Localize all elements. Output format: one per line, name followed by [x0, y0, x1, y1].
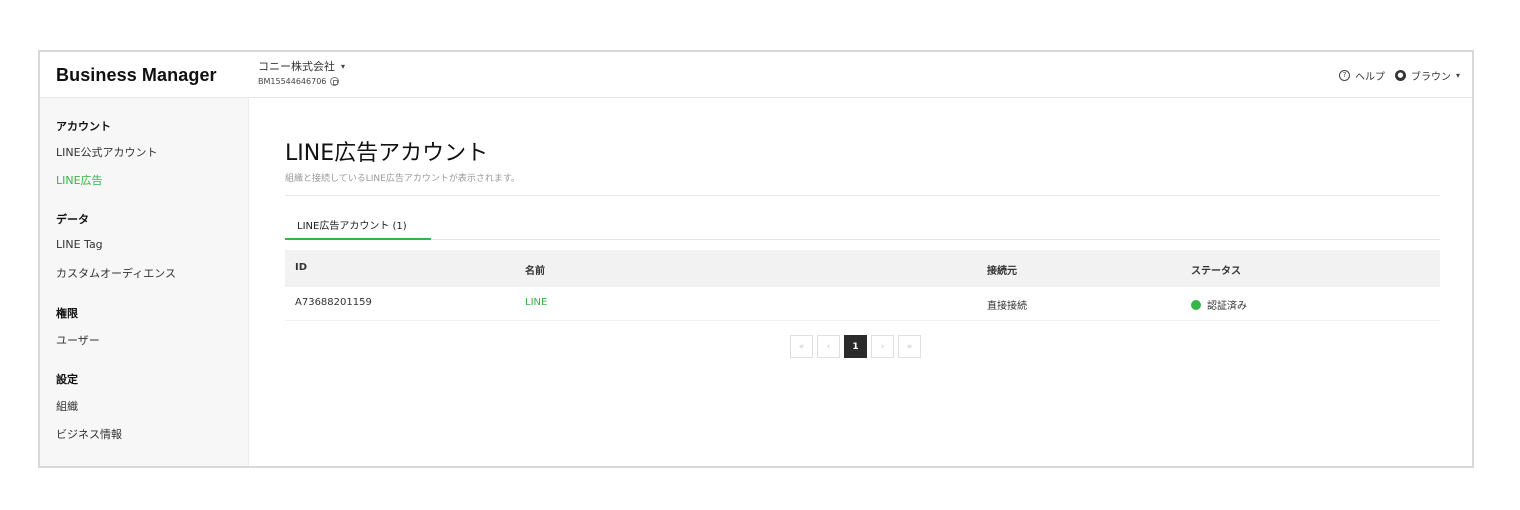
- accounts-table: ID 名前 接続元 ステータス A73688201159 LINE 直接接続 認…: [285, 250, 1440, 321]
- divider: [285, 195, 1440, 196]
- chevron-down-icon: ▾: [341, 61, 346, 71]
- column-header-status[interactable]: ステータス: [1191, 262, 1241, 277]
- status-label: 認証済み: [1207, 301, 1247, 312]
- table-header: ID 名前 接続元 ステータス: [285, 250, 1440, 287]
- cell-status: 認証済み: [1191, 297, 1247, 312]
- org-id: BM15544646706: [258, 77, 327, 86]
- app-logo: Business Manager: [56, 65, 217, 85]
- column-header-name[interactable]: 名前: [525, 262, 545, 277]
- organization-switcher[interactable]: コニー株式会社 ▾ BM15544646706: [258, 58, 345, 86]
- cell-name-link[interactable]: LINE: [525, 297, 547, 308]
- page-1-button[interactable]: 1: [844, 335, 867, 358]
- sidebar-item-line-ads[interactable]: LINE広告: [56, 172, 103, 188]
- tab-line-ad-accounts[interactable]: LINE広告アカウント (1): [285, 211, 431, 240]
- cell-source: 直接接続: [987, 301, 1027, 312]
- page-title: LINE広告アカウント: [285, 141, 489, 166]
- page-description: 組織と接続しているLINE広告アカウントが表示されます。: [285, 174, 520, 184]
- user-menu[interactable]: ● ブラウン ▾: [1394, 68, 1460, 83]
- user-name: ブラウン: [1410, 72, 1451, 83]
- user-icon: ●: [1394, 70, 1406, 81]
- chevron-down-icon: ▾: [1455, 71, 1460, 80]
- sidebar-section-data: データ: [56, 213, 89, 226]
- table-row: A73688201159 LINE 直接接続 認証済み: [285, 287, 1440, 321]
- sidebar-section-settings: 設定: [56, 373, 78, 386]
- sidebar-item-custom-audience[interactable]: カスタムオーディエンス: [56, 265, 176, 281]
- status-dot-icon: [1191, 299, 1201, 310]
- sidebar-section-permissions: 権限: [56, 307, 78, 320]
- pagination: « ‹ 1 › »: [790, 335, 921, 358]
- cell-id: A73688201159: [295, 297, 372, 308]
- help-link[interactable]: ? ヘルプ: [1338, 68, 1385, 83]
- sidebar: アカウント LINE公式アカウント LINE広告 データ LINE Tag カス…: [40, 98, 249, 466]
- column-header-id[interactable]: ID: [295, 262, 307, 273]
- main-content: LINE広告アカウント 組織と接続しているLINE広告アカウントが表示されます。…: [249, 98, 1472, 466]
- next-page-button[interactable]: ›: [871, 335, 894, 358]
- first-page-button[interactable]: «: [790, 335, 813, 358]
- help-label: ヘルプ: [1354, 72, 1385, 83]
- org-name: コニー株式会社: [258, 60, 335, 73]
- sidebar-item-business-info[interactable]: ビジネス情報: [56, 426, 122, 442]
- tab-bar: LINE広告アカウント (1): [285, 211, 1440, 240]
- prev-page-button[interactable]: ‹: [817, 335, 840, 358]
- sidebar-item-line-tag[interactable]: LINE Tag: [56, 238, 103, 251]
- sidebar-item-users[interactable]: ユーザー: [56, 332, 100, 348]
- question-icon: ?: [1338, 70, 1350, 81]
- top-header: Business Manager コニー株式会社 ▾ BM15544646706…: [40, 52, 1472, 98]
- app-window: Business Manager コニー株式会社 ▾ BM15544646706…: [38, 50, 1474, 468]
- sidebar-item-line-official-account[interactable]: LINE公式アカウント: [56, 144, 158, 160]
- sidebar-section-account: アカウント: [56, 120, 111, 133]
- sidebar-item-organization[interactable]: 組織: [56, 398, 78, 414]
- copy-icon[interactable]: [330, 77, 340, 86]
- last-page-button[interactable]: »: [898, 335, 921, 358]
- column-header-source[interactable]: 接続元: [987, 262, 1017, 277]
